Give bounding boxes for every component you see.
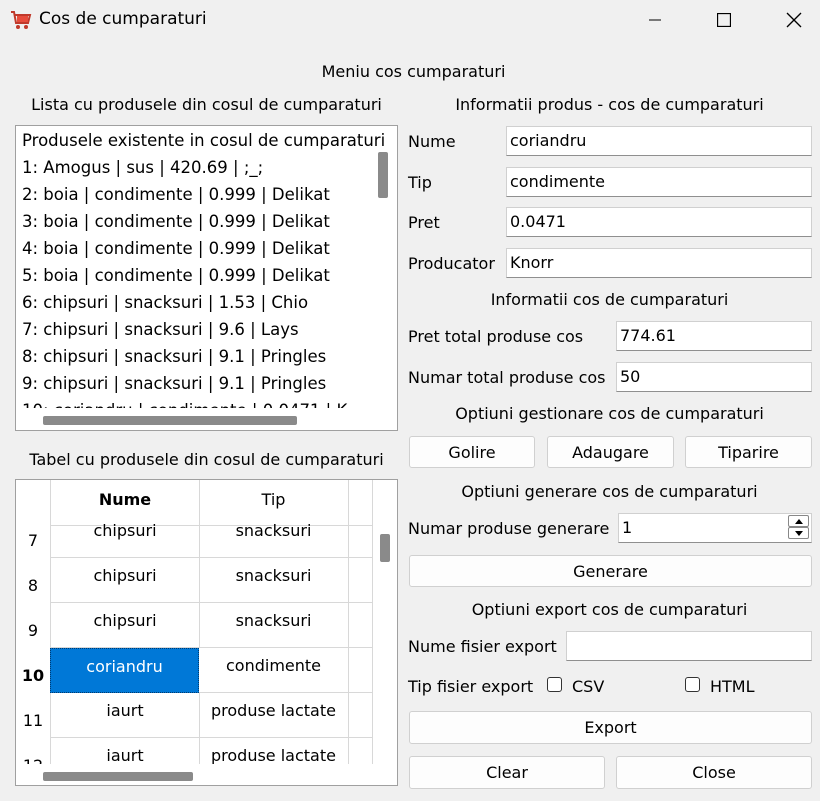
list-item[interactable]: 1: Amogus | sus | 420.69 | ;_;: [22, 158, 263, 177]
window-title: Cos de cumparaturi: [39, 9, 207, 29]
pret-total-input[interactable]: 774.61: [616, 321, 812, 351]
list-item[interactable]: Produsele existente in cosul de cumparat…: [22, 131, 385, 150]
generare-section-title: Optiuni generare cos de cumparaturi: [461, 482, 758, 501]
list-item[interactable]: 6: chipsuri | snacksuri | 1.53 | Chio: [22, 293, 308, 312]
table-vscrollbar[interactable]: [380, 534, 390, 562]
close-window-button[interactable]: [771, 0, 817, 40]
export-section-title: Optiuni export cos de cumparaturi: [471, 600, 748, 619]
table-cell-extra[interactable]: [349, 558, 373, 603]
gestionare-section-title: Optiuni gestionare cos de cumparaturi: [455, 404, 764, 423]
list-item[interactable]: 3: boia | condimente | 0.999 | Delikat: [22, 212, 330, 231]
table-cell-nume[interactable]: chipsuri: [50, 513, 200, 558]
producator-input[interactable]: Knorr: [506, 248, 812, 278]
cart-icon: [10, 9, 32, 31]
table-title: Tabel cu produsele din cosul de cumparat…: [29, 450, 384, 469]
spin-up-button[interactable]: [788, 515, 809, 527]
table-cell-extra[interactable]: [349, 648, 373, 693]
spin-down-button[interactable]: [788, 527, 809, 539]
export-button[interactable]: Export: [409, 711, 812, 744]
minimize-button[interactable]: [632, 0, 678, 40]
product-table[interactable]: Nume Tip 7 chipsuri snacksuri 8 chipsuri…: [15, 479, 398, 786]
numar-total-label: Numar total produse cos: [408, 368, 606, 387]
chevron-down-icon: [794, 530, 803, 536]
minimize-icon: [649, 19, 661, 21]
nume-label: Nume: [408, 132, 456, 151]
table-cell-tip[interactable]: snacksuri: [199, 513, 349, 558]
maximize-icon: [717, 13, 731, 27]
list-title: Lista cu produsele din cosul de cumparat…: [31, 95, 382, 114]
list-vscrollbar[interactable]: [378, 152, 388, 198]
row-header[interactable]: 8: [16, 576, 50, 595]
csv-label: CSV: [572, 677, 605, 696]
tip-input[interactable]: condimente: [506, 167, 812, 197]
table-cell-nume[interactable]: chipsuri: [50, 558, 200, 603]
table-cell-extra[interactable]: [349, 513, 373, 558]
list-item[interactable]: 9: chipsuri | snacksuri | 9.1 | Pringles: [22, 374, 326, 393]
maximize-button[interactable]: [701, 0, 747, 40]
html-checkbox[interactable]: [685, 677, 700, 692]
csv-checkbox[interactable]: [547, 677, 562, 692]
row-header-selected[interactable]: 10: [16, 666, 50, 685]
chevron-up-icon: [794, 518, 803, 524]
product-listbox[interactable]: Produsele existente in cosul de cumparat…: [15, 125, 398, 431]
cos-section-title: Informatii cos de cumparaturi: [490, 290, 729, 309]
row-header[interactable]: 7: [16, 531, 50, 550]
nume-input[interactable]: coriandru: [506, 126, 812, 156]
clear-button[interactable]: Clear: [409, 756, 605, 789]
table-cell-tip[interactable]: condimente: [199, 648, 349, 693]
numar-generare-label: Numar produse generare: [408, 519, 610, 538]
generare-button[interactable]: Generare: [409, 555, 812, 587]
close-icon: [786, 12, 802, 28]
close-button[interactable]: Close: [616, 756, 812, 789]
list-hscrollbar[interactable]: [43, 416, 297, 425]
tip-label: Tip: [408, 173, 432, 192]
pret-input[interactable]: 0.0471: [506, 207, 812, 237]
table-hscrollbar[interactable]: [43, 772, 193, 781]
html-label: HTML: [710, 677, 755, 696]
table-cell-nume[interactable]: chipsuri: [50, 603, 200, 648]
list-item[interactable]: 4: boia | condimente | 0.999 | Delikat: [22, 239, 330, 258]
table-cell-extra[interactable]: [349, 693, 373, 738]
table-cell-tip[interactable]: produse lactate: [199, 693, 349, 738]
pret-total-label: Pret total produse cos: [408, 327, 584, 346]
table-cell-extra[interactable]: [349, 603, 373, 648]
list-item[interactable]: 2: boia | condimente | 0.999 | Delikat: [22, 185, 330, 204]
table-cell-nume[interactable]: iaurt: [50, 693, 200, 738]
pret-label: Pret: [408, 213, 440, 232]
produs-section-title: Informatii produs - cos de cumparaturi: [455, 95, 764, 114]
adaugare-button[interactable]: Adaugare: [547, 436, 674, 468]
producator-label: Producator: [408, 254, 495, 273]
title-bar: Cos de cumparaturi: [0, 0, 820, 40]
row-header[interactable]: 9: [16, 621, 50, 640]
table-cell-nume-selected[interactable]: coriandru: [50, 648, 199, 693]
table-cell-tip[interactable]: snacksuri: [199, 558, 349, 603]
list-item[interactable]: 5: boia | condimente | 0.999 | Delikat: [22, 266, 330, 285]
tiparire-button[interactable]: Tiparire: [685, 436, 812, 468]
list-item[interactable]: 8: chipsuri | snacksuri | 9.1 | Pringles: [22, 347, 326, 366]
numar-generare-spinbox[interactable]: 1: [618, 513, 812, 543]
nume-fisier-input[interactable]: [566, 631, 812, 661]
tip-fisier-label: Tip fisier export: [408, 677, 534, 696]
nume-fisier-label: Nume fisier export: [408, 637, 557, 656]
row-header[interactable]: 11: [16, 711, 50, 730]
menu-title: Meniu cos cumparaturi: [321, 62, 506, 81]
list-item[interactable]: 7: chipsuri | snacksuri | 9.6 | Lays: [22, 320, 299, 339]
golire-button[interactable]: Golire: [409, 436, 535, 468]
numar-total-input[interactable]: 50: [616, 362, 812, 392]
table-cell-tip[interactable]: snacksuri: [199, 603, 349, 648]
